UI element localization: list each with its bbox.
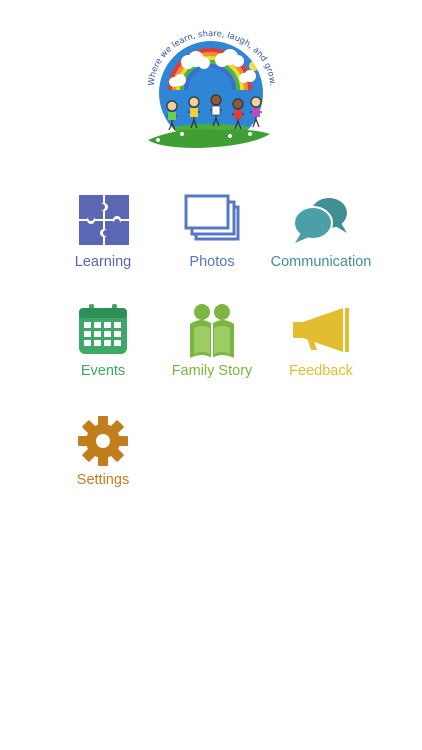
menu-item-feedback[interactable]: Feedback	[266, 302, 376, 402]
menu-item-label: Settings	[76, 472, 130, 488]
menu-item-communication[interactable]: Communication	[266, 193, 376, 293]
puzzle-icon	[71, 193, 135, 253]
school-logo: Where we learn, share, laugh, and grow.	[140, 30, 282, 152]
calendar-icon	[71, 302, 135, 362]
gear-icon	[71, 411, 135, 471]
menu-item-label: Communication	[270, 254, 372, 270]
menu-item-photos[interactable]: Photos	[157, 193, 267, 293]
menu-item-learning[interactable]: Learning	[48, 193, 158, 293]
menu-item-family-story[interactable]: Family Story	[157, 302, 267, 402]
photos-icon	[180, 193, 244, 253]
menu-item-settings[interactable]: Settings	[48, 411, 158, 511]
family-book-icon	[180, 302, 244, 362]
megaphone-icon	[289, 302, 353, 362]
menu-item-events[interactable]: Events	[48, 302, 158, 402]
chat-icon	[289, 193, 353, 253]
menu-item-label: Feedback	[289, 363, 353, 379]
